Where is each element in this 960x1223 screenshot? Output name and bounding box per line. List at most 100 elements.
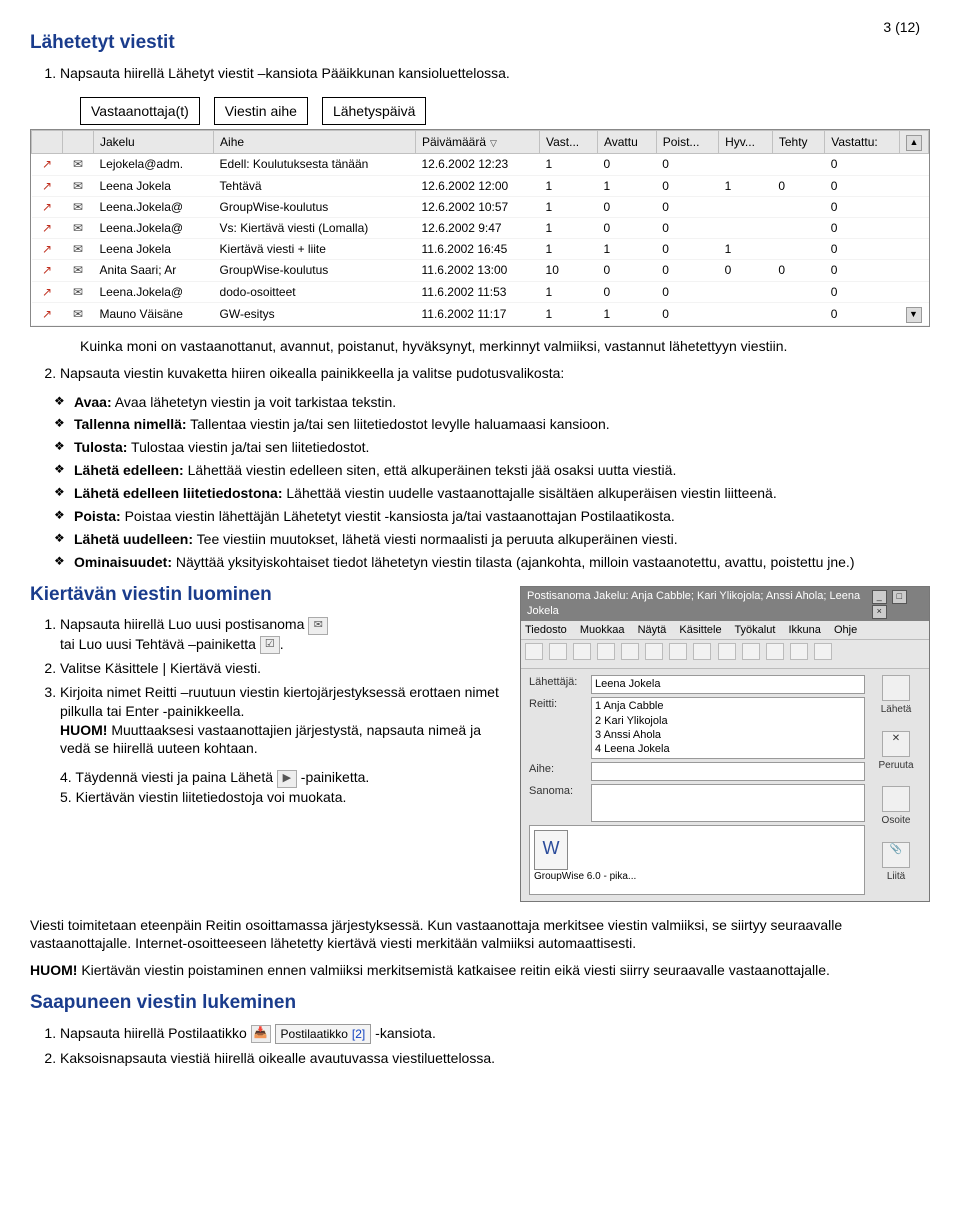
grid-col-vast[interactable]: Vast... (540, 131, 598, 154)
route-item[interactable]: 1 Anja Cabble (595, 699, 861, 713)
cell-jakelu: Mauno Väisäne (94, 302, 214, 325)
toolbar-icon[interactable] (645, 643, 663, 660)
row-type-icon: ✉ (63, 196, 94, 217)
sent-step-1-text: Napsauta hiirellä Lähetyt viestit –kansi… (60, 65, 510, 81)
maximize-icon[interactable]: □ (892, 590, 907, 604)
route-field[interactable]: 1 Anja Cabble 2 Kari Ylikojola 3 Anssi A… (591, 697, 865, 758)
scroll-down-icon[interactable]: ▼ (906, 307, 922, 323)
toolbar-icon[interactable] (790, 643, 808, 660)
new-task-icon[interactable]: ☑ (260, 636, 280, 654)
cell-jakelu: Leena.Jokela@ (94, 196, 214, 217)
toolbar-icon[interactable] (718, 643, 736, 660)
scroll-up-icon[interactable]: ▲ (906, 135, 922, 151)
cell-vastattu: 0 (825, 239, 900, 260)
grid-col-jakelu[interactable]: Jakelu (94, 131, 214, 154)
row-status-icon: ↗ (32, 196, 63, 217)
cell-avattu: 1 (597, 302, 656, 325)
menu-window[interactable]: Ikkuna (788, 624, 820, 636)
cell-vast: 1 (540, 239, 598, 260)
menu-help[interactable]: Ohje (834, 624, 857, 636)
toolbar-icon[interactable] (573, 643, 591, 660)
grid-col-date[interactable]: Päivämäärä▽ (415, 131, 539, 154)
toolbar-icon[interactable] (621, 643, 639, 660)
menu-tools[interactable]: Työkalut (734, 624, 775, 636)
cell-tehty (772, 196, 824, 217)
cell-tehty: 0 (772, 260, 824, 281)
cell-avattu: 1 (597, 239, 656, 260)
toolbar-icon[interactable] (525, 643, 543, 660)
mailbox-button[interactable]: Postilaatikko [2] (275, 1024, 372, 1044)
cell-aihe: Edell: Koulutuksesta tänään (214, 154, 416, 175)
new-mail-icon[interactable]: ✉ (308, 617, 328, 635)
route-item[interactable]: 3 Anssi Ahola (595, 728, 861, 742)
close-icon[interactable]: × (872, 605, 887, 619)
table-row[interactable]: ↗✉Leena JokelaKiertävä viesti + liite11.… (32, 239, 929, 260)
attach-icon: 📎 (882, 842, 910, 868)
send-button[interactable]: Lähetä (881, 675, 912, 717)
cell-date: 11.6.2002 11:17 (415, 302, 539, 325)
toolbar-icon[interactable] (693, 643, 711, 660)
label-message: Sanoma: (529, 784, 591, 799)
subject-field[interactable] (591, 762, 865, 781)
cell-tehty: 0 (772, 175, 824, 196)
rotating-note-text: Kiertävän viestin poistaminen ennen valm… (77, 962, 829, 978)
toolbar-icon[interactable] (814, 643, 832, 660)
table-row[interactable]: ↗✉Lejokela@adm.Edell: Koulutuksesta tänä… (32, 154, 929, 175)
table-row[interactable]: ↗✉Leena.Jokela@GroupWise-koulutus12.6.20… (32, 196, 929, 217)
cell-hyv: 1 (719, 175, 773, 196)
cell-jakelu: Leena Jokela (94, 239, 214, 260)
toolbar-icon[interactable] (549, 643, 567, 660)
cell-date: 12.6.2002 12:00 (415, 175, 539, 196)
toolbar-icon[interactable] (597, 643, 615, 660)
cancel-button[interactable]: ✕Peruuta (878, 731, 913, 773)
send-icon (882, 675, 910, 701)
cell-poist: 0 (656, 154, 718, 175)
row-status-icon: ↗ (32, 281, 63, 302)
table-row[interactable]: ↗✉Anita Saari; ArGroupWise-koulutus11.6.… (32, 260, 929, 281)
table-row[interactable]: ↗✉Leena.Jokela@dodo-osoitteet11.6.2002 1… (32, 281, 929, 302)
menu-view[interactable]: Näytä (638, 624, 667, 636)
address-icon (882, 786, 910, 812)
grid-col-poist[interactable]: Poist... (656, 131, 718, 154)
attachment-file-icon[interactable]: W (534, 830, 568, 870)
cell-tehty (772, 281, 824, 302)
table-row[interactable]: ↗✉Mauno VäisäneGW-esitys11.6.2002 11:171… (32, 302, 929, 325)
address-button[interactable]: Osoite (882, 786, 911, 828)
label-route: Reitti: (529, 697, 591, 712)
grid-col-aihe[interactable]: Aihe (214, 131, 416, 154)
grid-col-hyv[interactable]: Hyv... (719, 131, 773, 154)
menu-edit[interactable]: Muokkaa (580, 624, 625, 636)
compose-title-text: Postisanoma Jakelu: Anja Cabble; Kari Yl… (527, 589, 870, 619)
menu-handle[interactable]: Käsittele (679, 624, 721, 636)
cell-date: 12.6.2002 10:57 (415, 196, 539, 217)
send-toolbar-icon[interactable]: ▶ (277, 770, 297, 788)
label-from: Lähettäjä: (529, 675, 591, 690)
bullet-desc: Näyttää yksityiskohtaiset tiedot lähetet… (172, 554, 854, 570)
table-row[interactable]: ↗✉Leena JokelaTehtävä12.6.2002 12:001101… (32, 175, 929, 196)
route-item[interactable]: 2 Kari Ylikojola (595, 714, 861, 728)
grid-col-tehty[interactable]: Tehty (772, 131, 824, 154)
sent-between-text: Kuinka moni on vastaanottanut, avannut, … (80, 337, 930, 356)
rotating-step-4b: -painiketta. (301, 769, 369, 785)
toolbar-icon[interactable] (766, 643, 784, 660)
context-menu-item: Avaa: Avaa lähetetyn viestin ja voit tar… (54, 393, 930, 412)
label-subject: Viestin aihe (214, 97, 308, 126)
sent-step-1: Napsauta hiirellä Lähetyt viestit –kansi… (60, 64, 930, 83)
toolbar-icon[interactable] (742, 643, 760, 660)
attach-button[interactable]: 📎Liitä (882, 842, 910, 884)
grid-col-vastattu[interactable]: Vastattu: (825, 131, 900, 154)
grid-col-avattu[interactable]: Avattu (597, 131, 656, 154)
mailbox-folder-icon[interactable]: 📥 (251, 1025, 271, 1043)
cell-vastattu: 0 (825, 260, 900, 281)
sent-items-grid: Jakelu Aihe Päivämäärä▽ Vast... Avattu P… (30, 129, 930, 326)
sent-step-2: Napsauta viestin kuvaketta hiiren oikeal… (60, 364, 930, 383)
menu-file[interactable]: Tiedosto (525, 624, 567, 636)
cell-aihe: dodo-osoitteet (214, 281, 416, 302)
cell-vastattu: 0 (825, 281, 900, 302)
minimize-icon[interactable]: _ (872, 590, 887, 604)
route-item[interactable]: 4 Leena Jokela (595, 742, 861, 756)
attachment-pane[interactable]: W GroupWise 6.0 - pika... (529, 825, 865, 895)
toolbar-icon[interactable] (669, 643, 687, 660)
message-field[interactable] (591, 784, 865, 822)
table-row[interactable]: ↗✉Leena.Jokela@Vs: Kiertävä viesti (Loma… (32, 217, 929, 238)
